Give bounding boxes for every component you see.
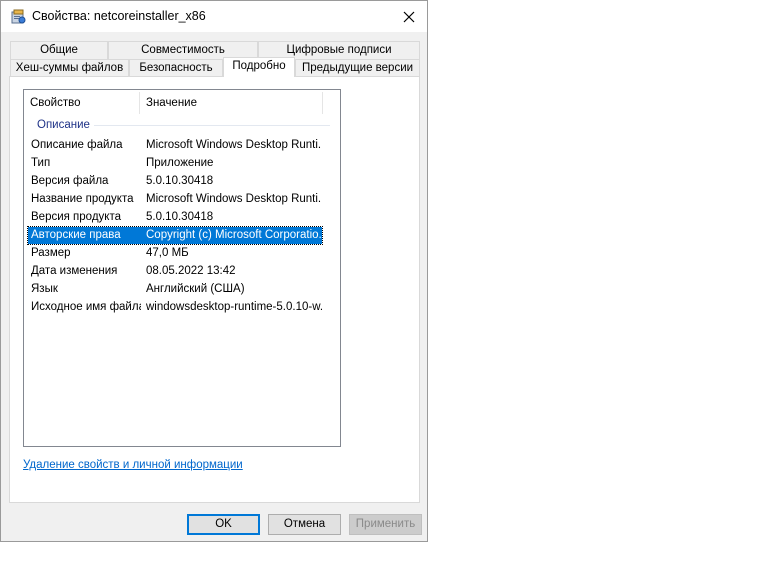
table-row[interactable]: Версия продукта 5.0.10.30418 xyxy=(28,209,322,226)
installer-icon xyxy=(11,9,26,24)
apply-button[interactable]: Применить xyxy=(349,514,422,535)
details-list[interactable]: Свойство Значение Описание Описание файл… xyxy=(23,89,341,447)
title-bar: Свойства: netcoreinstaller_x86 xyxy=(1,1,427,32)
property-value: Английский (США) xyxy=(146,283,245,295)
property-value: Copyright (c) Microsoft Corporatio... xyxy=(146,229,322,241)
remove-properties-link[interactable]: Удаление свойств и личной информации xyxy=(23,459,243,471)
property-name: Язык xyxy=(31,283,58,295)
ok-button[interactable]: OK xyxy=(187,514,260,535)
property-value: 5.0.10.30418 xyxy=(146,211,214,223)
table-row[interactable]: Дата изменения 08.05.2022 13:42 xyxy=(28,263,322,280)
property-value: 08.05.2022 13:42 xyxy=(146,265,236,277)
group-header-description: Описание xyxy=(37,119,90,131)
column-separator[interactable] xyxy=(322,92,323,114)
table-row[interactable]: Тип Приложение xyxy=(28,155,322,172)
column-header-value[interactable]: Значение xyxy=(140,90,322,116)
table-row[interactable]: Исходное имя файла windowsdesktop-runtim… xyxy=(28,299,322,316)
property-value: 5.0.10.30418 xyxy=(146,175,214,187)
properties-dialog: Свойства: netcoreinstaller_x86 Общие Сов… xyxy=(0,0,428,542)
property-name: Название продукта xyxy=(31,193,134,205)
table-row[interactable]: Размер 47,0 МБ xyxy=(28,245,322,262)
table-row[interactable]: Название продукта Microsoft Windows Desk… xyxy=(28,191,322,208)
tab-details[interactable]: Подробно xyxy=(223,57,295,77)
property-value: 47,0 МБ xyxy=(146,247,189,259)
table-row[interactable]: Язык Английский (США) xyxy=(28,281,322,298)
property-value: Microsoft Windows Desktop Runti... xyxy=(146,193,322,205)
property-name: Версия продукта xyxy=(31,211,121,223)
table-row[interactable]: Версия файла 5.0.10.30418 xyxy=(28,173,322,190)
property-value: Microsoft Windows Desktop Runti... xyxy=(146,139,322,151)
cancel-button[interactable]: Отмена xyxy=(268,514,341,535)
tab-previous-versions[interactable]: Предыдущие версии xyxy=(295,59,420,77)
group-divider xyxy=(94,125,330,126)
property-name: Описание файла xyxy=(31,139,123,151)
table-row[interactable]: Описание файла Microsoft Windows Desktop… xyxy=(28,137,322,154)
property-name: Авторские права xyxy=(31,229,121,241)
tab-file-hashes[interactable]: Хеш-суммы файлов xyxy=(10,59,129,77)
tab-general[interactable]: Общие xyxy=(10,41,108,59)
tab-security[interactable]: Безопасность xyxy=(129,59,223,77)
table-row-selected[interactable]: Авторские права Copyright (c) Microsoft … xyxy=(27,226,323,245)
property-name: Исходное имя файла xyxy=(31,301,141,313)
property-name: Версия файла xyxy=(31,175,109,187)
property-value: Приложение xyxy=(146,157,214,169)
property-name: Тип xyxy=(31,157,51,169)
property-value: windowsdesktop-runtime-5.0.10-w... xyxy=(146,301,322,313)
window-title: Свойства: netcoreinstaller_x86 xyxy=(32,9,206,23)
column-header-property[interactable]: Свойство xyxy=(24,90,139,116)
close-icon[interactable] xyxy=(399,7,419,27)
property-name: Дата изменения xyxy=(31,265,118,277)
property-name: Размер xyxy=(31,247,71,259)
